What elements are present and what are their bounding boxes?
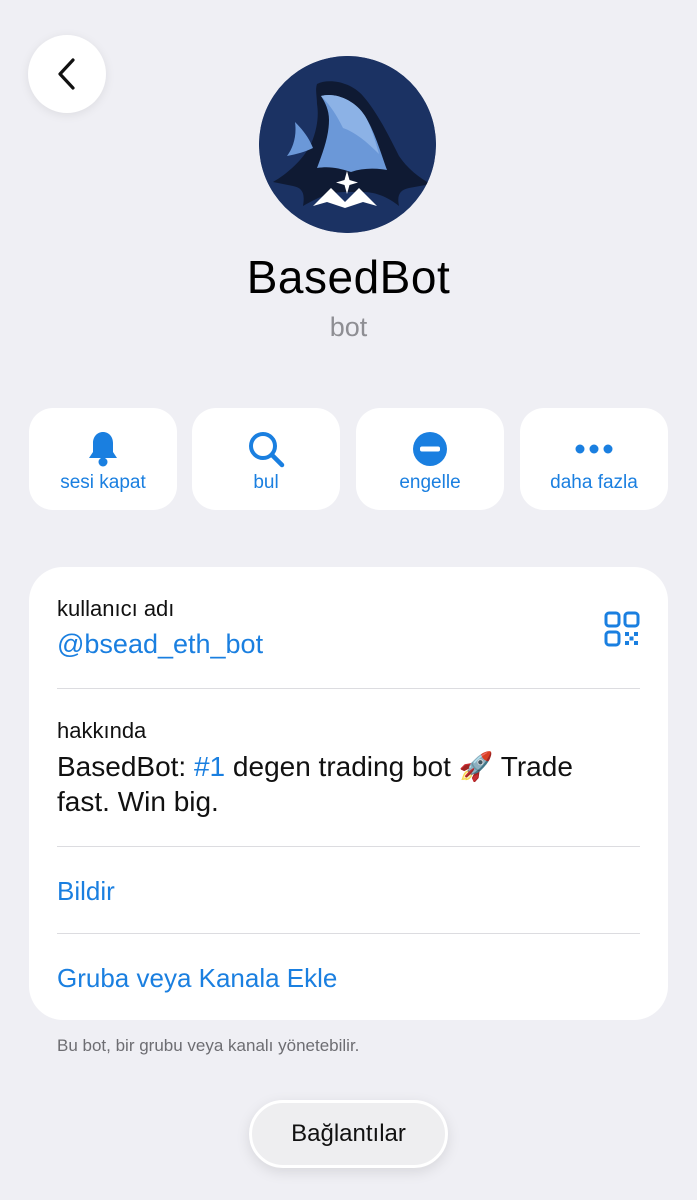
qr-code-icon: [604, 611, 640, 647]
username-value[interactable]: @bsead_eth_bot: [57, 629, 263, 660]
bell-icon: [89, 432, 117, 467]
block-button[interactable]: engelle: [356, 408, 504, 510]
search-button[interactable]: bul: [192, 408, 340, 510]
basedbot-avatar-icon: [259, 56, 436, 233]
links-button[interactable]: Bağlantılar: [249, 1100, 448, 1168]
action-bar: sesi kapat bul engelle daha fazla: [29, 408, 668, 510]
more-icon: [575, 444, 613, 454]
search-label: bul: [253, 472, 279, 493]
info-card: kullanıcı adı @bsead_eth_bot hakkında Ba…: [29, 567, 668, 1020]
about-text: BasedBot: #1 degen trading bot 🚀 Trade f…: [57, 749, 632, 819]
mute-button[interactable]: sesi kapat: [29, 408, 177, 510]
username-label: kullanıcı adı: [57, 596, 175, 621]
report-button[interactable]: Bildir: [57, 876, 115, 907]
about-hashtag[interactable]: #1: [194, 751, 225, 782]
divider: [57, 846, 640, 847]
block-icon: [413, 432, 447, 466]
profile-subtitle: bot: [329, 312, 368, 342]
more-button[interactable]: daha fazla: [520, 408, 668, 510]
chevron-left-icon: [58, 58, 75, 90]
footnote: Bu bot, bir grubu veya kanalı yönetebili…: [57, 1036, 360, 1055]
more-label: daha fazla: [550, 472, 638, 493]
avatar[interactable]: [259, 56, 436, 233]
divider: [57, 688, 640, 689]
add-to-group-button[interactable]: Gruba veya Kanala Ekle: [57, 963, 337, 994]
search-icon: [249, 432, 285, 468]
about-prefix: BasedBot:: [57, 751, 194, 782]
block-label: engelle: [399, 472, 461, 493]
divider: [57, 933, 640, 934]
mute-label: sesi kapat: [60, 472, 146, 493]
qr-code-button[interactable]: [604, 611, 640, 652]
profile-name: BasedBot: [246, 251, 451, 303]
about-label: hakkında: [57, 718, 147, 743]
back-button[interactable]: [28, 35, 106, 113]
